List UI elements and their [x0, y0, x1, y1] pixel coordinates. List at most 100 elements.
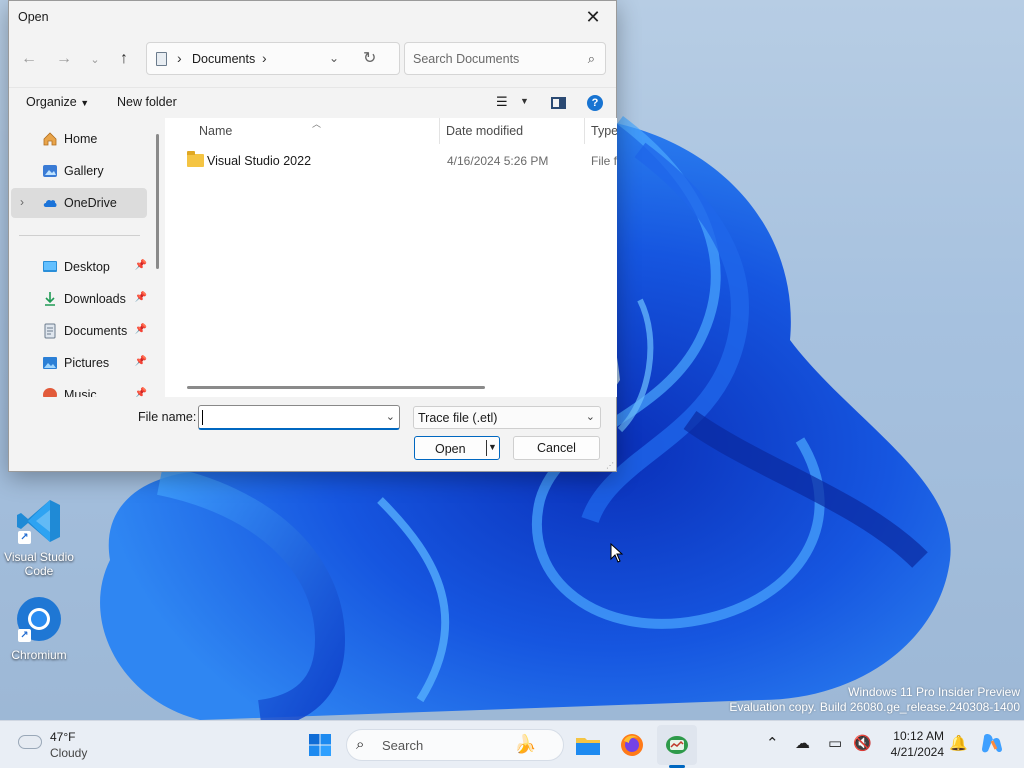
nav-item-onedrive[interactable]: › OneDrive	[11, 188, 147, 218]
file-explorer-button[interactable]	[568, 725, 608, 765]
column-divider[interactable]	[584, 118, 585, 144]
nav-item-label: Documents	[64, 324, 128, 338]
nav-item-label: OneDrive	[64, 196, 117, 210]
gallery-icon	[43, 165, 57, 177]
open-button-label: Open	[435, 442, 466, 456]
file-name-label: File name:	[138, 410, 197, 424]
breadcrumb-chevron-icon[interactable]: ›	[262, 50, 267, 66]
search-placeholder: Search Documents	[413, 52, 520, 66]
pin-icon: 📌	[134, 388, 147, 397]
refresh-button[interactable]: ↻	[363, 48, 376, 68]
arrow-right-icon: →	[56, 50, 72, 67]
taskbar-search-box[interactable]: ⌕ Search 🍌	[346, 729, 564, 761]
download-icon	[45, 292, 55, 306]
file-type-filter-select[interactable]: Trace file (.etl) ⌄	[413, 406, 601, 429]
organize-label: Organize	[26, 95, 77, 109]
file-row[interactable]: Visual Studio 2022 4/16/2024 5:26 PM Fil…	[179, 147, 617, 175]
cloud-icon	[43, 199, 57, 207]
watermark-line1: Windows 11 Pro Insider Preview	[848, 685, 1020, 699]
open-button[interactable]: Open ▼	[414, 436, 500, 460]
volume-muted-icon[interactable]: 🔇	[853, 734, 872, 752]
home-icon	[43, 132, 57, 146]
nav-item-downloads[interactable]: Downloads 📌	[11, 284, 147, 314]
column-divider[interactable]	[439, 118, 440, 144]
address-bar[interactable]: › Documents › ⌄ ↻	[146, 42, 400, 75]
nav-pane-scrollbar[interactable]	[156, 134, 159, 269]
dialog-titlebar[interactable]: Open ✕	[9, 1, 616, 33]
nav-item-music[interactable]: Music 📌	[11, 380, 147, 397]
split-divider	[486, 440, 487, 456]
navigation-pane: Home Gallery › OneDrive Desktop 📌 Downlo…	[9, 118, 165, 397]
command-bar: Organize ▼ New folder ☰ ▼ ?	[9, 87, 616, 118]
recent-locations-button[interactable]: ⌄	[82, 45, 108, 73]
file-type: File folder	[591, 154, 617, 168]
chevron-right-icon[interactable]: ›	[20, 195, 24, 209]
performance-analyzer-icon	[666, 736, 688, 754]
nav-item-documents[interactable]: Documents 📌	[11, 316, 147, 346]
nav-item-home[interactable]: Home	[11, 124, 147, 154]
organize-button[interactable]: Organize ▼	[26, 95, 89, 109]
desktop-icon-label: Chromium	[11, 648, 67, 662]
column-header-name[interactable]: Name	[199, 124, 232, 138]
new-folder-button[interactable]: New folder	[117, 95, 177, 109]
network-icon[interactable]: ▭	[828, 734, 842, 752]
firefox-button[interactable]	[612, 725, 652, 765]
up-button[interactable]: ↑	[111, 45, 137, 73]
show-hidden-icons-button[interactable]: ⌃	[766, 734, 779, 752]
file-name-input[interactable]: ⌄	[198, 405, 400, 430]
clock-date: 4/21/2024	[890, 745, 944, 759]
system-clock[interactable]: 10:12 AM 4/21/2024	[874, 728, 944, 760]
nav-item-label: Pictures	[64, 356, 110, 370]
chevron-down-icon: ⌄	[329, 51, 340, 65]
notification-bell-icon[interactable]: 🔔	[949, 734, 968, 752]
pictures-icon	[43, 357, 57, 369]
resize-grip-icon[interactable]: ⋰	[606, 461, 614, 470]
search-input[interactable]: Search Documents ⌕	[404, 42, 606, 75]
arrow-up-icon: ↑	[120, 50, 128, 67]
file-name: Visual Studio 2022	[207, 154, 312, 168]
preview-pane-button[interactable]	[551, 97, 566, 109]
start-button[interactable]	[300, 725, 340, 765]
desktop-icon-vscode[interactable]: ↗ Visual Studio Code	[1, 496, 77, 578]
file-explorer-icon	[576, 738, 600, 755]
back-button[interactable]: ←	[16, 45, 42, 73]
forward-button[interactable]: →	[51, 45, 77, 73]
address-history-dropdown[interactable]: ⌄	[329, 51, 339, 65]
view-options-button[interactable]: ☰	[496, 94, 508, 110]
desktop-icon-chromium[interactable]: ↗ Chromium	[1, 594, 77, 662]
desktop-icon	[43, 261, 57, 272]
chevron-down-icon[interactable]: ⌄	[386, 410, 395, 423]
nav-item-gallery[interactable]: Gallery	[11, 156, 147, 186]
file-type-filter-value: Trace file (.etl)	[418, 411, 498, 425]
onedrive-tray-icon[interactable]: ☁	[795, 734, 810, 752]
cancel-button[interactable]: Cancel	[513, 436, 600, 460]
pin-icon: 📌	[134, 292, 147, 303]
open-options-dropdown[interactable]: ▼	[488, 442, 497, 452]
nav-divider	[19, 235, 140, 236]
weather-temperature: 47°F	[50, 730, 76, 744]
breadcrumb-documents[interactable]: Documents	[192, 52, 255, 66]
list-view-icon: ☰	[496, 94, 508, 109]
column-header-type[interactable]: Type	[591, 124, 617, 138]
breadcrumb-chevron-icon: ›	[177, 50, 182, 66]
view-dropdown-button[interactable]: ▼	[520, 96, 529, 106]
chevron-down-icon: ⌄	[585, 411, 595, 423]
file-date: 4/16/2024 5:26 PM	[447, 154, 549, 168]
help-button[interactable]: ?	[587, 95, 603, 111]
active-app-button[interactable]	[657, 725, 697, 765]
weather-widget[interactable]: 47°F Cloudy	[16, 729, 116, 761]
copilot-icon	[982, 734, 1002, 753]
mouse-cursor-icon	[610, 543, 624, 563]
cloudy-icon	[18, 735, 42, 749]
desktop-icon-label: Visual Studio Code	[4, 550, 74, 578]
refresh-icon: ↻	[363, 50, 377, 67]
file-list-horizontal-scrollbar[interactable]	[187, 386, 485, 389]
folder-icon	[187, 151, 204, 167]
column-header-date[interactable]: Date modified	[446, 124, 523, 138]
nav-item-pictures[interactable]: Pictures 📌	[11, 348, 147, 378]
pin-icon: 📌	[134, 324, 147, 335]
nav-item-desktop[interactable]: Desktop 📌	[11, 252, 147, 282]
close-button[interactable]: ✕	[570, 1, 616, 33]
sort-ascending-icon: ︿	[312, 119, 322, 129]
copilot-button[interactable]	[980, 731, 1004, 759]
